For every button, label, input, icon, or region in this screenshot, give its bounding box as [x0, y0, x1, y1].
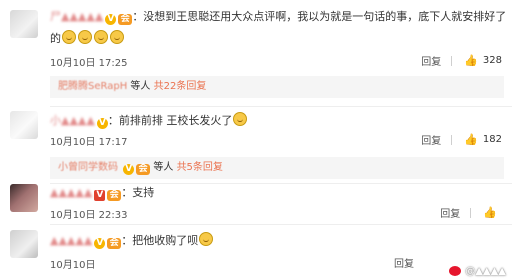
comment-username[interactable]: ▲▲▲▲▲: [50, 234, 92, 248]
watermark: @▲▲▲▲: [448, 265, 506, 277]
comment-text: ：把他收购了呗: [121, 234, 199, 247]
comment-timestamp: 10月10日 17:17: [50, 137, 128, 148]
avatar[interactable]: [10, 111, 38, 139]
divider: [470, 207, 472, 218]
laughing-emoji-icon: [62, 30, 76, 44]
verified-badge-icon: V: [94, 238, 106, 249]
reply-middle-text: 等人: [130, 81, 151, 92]
laughing-emoji-icon: [78, 30, 92, 44]
like-count: 328: [482, 55, 502, 66]
reply-button[interactable]: 回复: [421, 132, 441, 147]
divider: [451, 134, 453, 145]
reply-button[interactable]: 回复: [394, 255, 414, 270]
avatar[interactable]: [10, 10, 38, 38]
comment-text: ：前排前排 王校长发火了: [107, 114, 233, 127]
comment-timestamp: 10月10日 22:33: [50, 210, 128, 221]
comment-text: ：支持: [121, 186, 155, 199]
comment-text-continued: 的: [50, 32, 61, 45]
thumb-up-icon[interactable]: 👍: [464, 133, 478, 146]
divider: [50, 224, 512, 225]
divider: [50, 183, 512, 184]
verified-badge-icon: V: [105, 14, 117, 25]
comment-text: ：没想到王思聪还用大众点评啊，我以为就是一句话的事，底下人就安排好了: [132, 10, 507, 23]
comment-text-line: 小▲▲▲▲ V ：前排前排 王校长发火了: [50, 112, 248, 129]
thumb-up-icon[interactable]: 👍: [483, 206, 497, 219]
reply-count-link[interactable]: 共22条回复: [154, 81, 207, 92]
member-badge-icon: 会: [136, 164, 151, 175]
comment-actions: 回复 👍 182: [421, 132, 502, 147]
comment-text-line: 尸▲▲▲▲▲ V 会：没想到王思聪还用大众点评啊，我以为就是一句话的事，底下人就安排…: [50, 10, 506, 25]
reply-middle-text: 等人: [153, 162, 174, 173]
weibo-logo-icon: [448, 265, 463, 277]
verified-badge-icon: V: [123, 164, 135, 175]
comment-text-line-2: 的: [50, 30, 125, 46]
replies-summary[interactable]: 肥腾腾SeRapH 等人 共22条回复: [50, 76, 504, 98]
replies-summary[interactable]: 小曾同学数码 V会 等人 共5条回复: [50, 157, 504, 179]
laughing-emoji-icon: [110, 30, 124, 44]
comment-timestamp: 10月10日: [50, 260, 96, 271]
divider: [451, 55, 453, 66]
reply-button[interactable]: 回复: [440, 205, 460, 220]
comment-username[interactable]: 尸▲▲▲▲▲: [50, 10, 103, 24]
member-badge-icon: 会: [107, 190, 122, 201]
divider: [50, 106, 512, 107]
comment-username[interactable]: ▲▲▲▲▲: [50, 186, 92, 200]
comment-username[interactable]: 小▲▲▲▲: [50, 114, 95, 128]
laughing-emoji-icon: [94, 30, 108, 44]
comment-actions: 回复 👍: [440, 205, 502, 220]
comment-timestamp: 10月10日 17:25: [50, 58, 128, 69]
comment-text-line: ▲▲▲▲▲ V 会：把他收购了呗: [50, 232, 214, 249]
verified-badge-icon: V: [96, 118, 108, 129]
reply-button[interactable]: 回复: [421, 53, 441, 68]
watermark-text: @▲▲▲▲: [465, 265, 506, 277]
avatar[interactable]: [10, 230, 38, 258]
verified-badge-icon: V: [94, 190, 106, 201]
comment-actions: 回复: [394, 255, 424, 270]
reply-username[interactable]: 小曾同学数码: [58, 162, 118, 173]
reply-count-link[interactable]: 共5条回复: [177, 162, 223, 173]
like-count: 182: [482, 134, 502, 145]
member-badge-icon: 会: [118, 14, 133, 25]
emoji-icon: [233, 112, 248, 126]
reply-username[interactable]: 肥腾腾SeRapH: [58, 81, 127, 92]
comment-actions: 回复 👍 328: [421, 53, 502, 68]
avatar[interactable]: [10, 184, 38, 212]
comment-text-line: ▲▲▲▲▲ V 会：支持: [50, 186, 154, 201]
thumb-up-icon[interactable]: 👍: [464, 54, 478, 67]
emoji-icon: [199, 232, 214, 246]
member-badge-icon: 会: [107, 238, 122, 249]
